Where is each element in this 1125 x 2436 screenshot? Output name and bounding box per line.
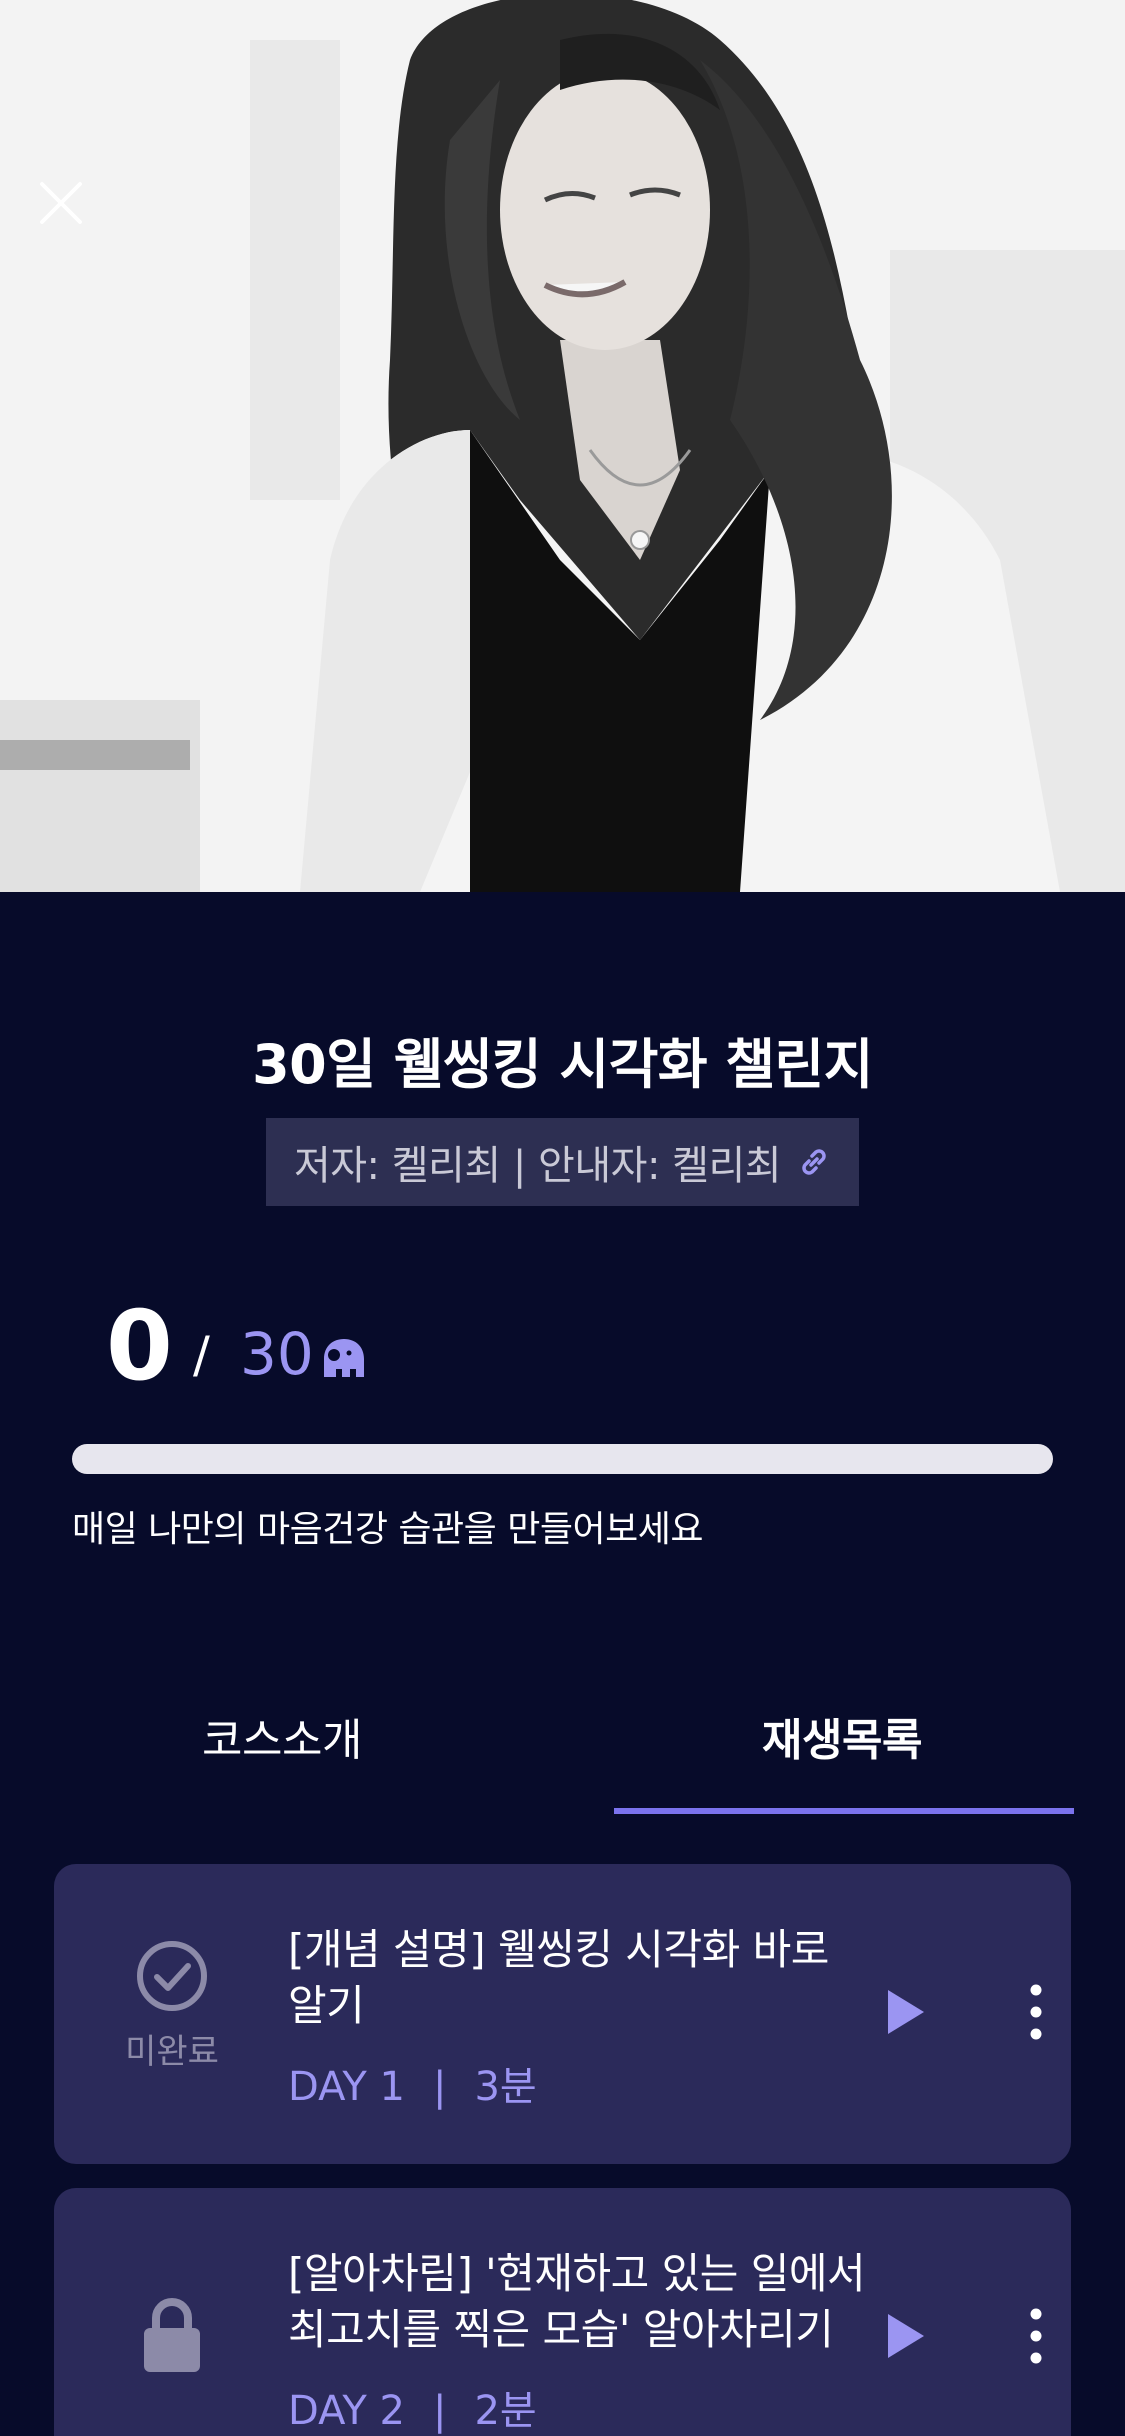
elephant-icon bbox=[324, 1339, 364, 1377]
episode-meta: DAY 2 | 2분 bbox=[288, 2378, 537, 2436]
play-button[interactable] bbox=[876, 1982, 936, 2042]
episode-title: [개념 설명] 웰씽킹 시각화 바로 알기 bbox=[288, 1925, 829, 2030]
tab-course-intro[interactable]: 코스소개 bbox=[52, 1704, 512, 1768]
close-icon bbox=[40, 182, 82, 224]
course-detail-screen: 30일 웰씽킹 시각화 챌린지 저자: 켈리최 | 안내자: 켈리최 0 / 3… bbox=[0, 0, 1125, 2436]
episode-meta: DAY 1 | 3분 bbox=[288, 2054, 537, 2112]
episode-day: DAY 2 bbox=[288, 2388, 405, 2434]
count-separator: / bbox=[193, 1326, 210, 1384]
episode-day: DAY 1 bbox=[288, 2064, 405, 2110]
lock-icon bbox=[144, 2298, 200, 2372]
active-tab-indicator bbox=[614, 1808, 1074, 1814]
play-icon bbox=[888, 2314, 924, 2358]
meta-divider: | bbox=[432, 2388, 447, 2434]
author-text: 저자: 켈리최 | 안내자: 켈리최 bbox=[293, 1143, 782, 1189]
close-button[interactable] bbox=[38, 180, 108, 250]
check-circle-icon bbox=[137, 1941, 207, 2011]
course-title: 30일 웰씽킹 시각화 챌린지 bbox=[252, 1033, 873, 1096]
lock-status bbox=[112, 2298, 232, 2378]
hero-image bbox=[0, 0, 1125, 892]
episode-duration: 3분 bbox=[474, 2064, 537, 2110]
play-button[interactable] bbox=[876, 2306, 936, 2366]
meta-divider: | bbox=[432, 2064, 447, 2110]
completed-count: 0 bbox=[106, 1290, 173, 1402]
progress-caption: 매일 나만의 마음건강 습관을 만들어보세요 bbox=[72, 1509, 703, 1550]
completion-status: 미완료 bbox=[112, 1940, 232, 2073]
status-label: 미완료 bbox=[125, 2032, 219, 2072]
progress-bar bbox=[72, 1444, 1053, 1474]
more-vertical-icon bbox=[1030, 1984, 1042, 2040]
more-options-button[interactable] bbox=[1016, 1972, 1056, 2052]
playlist-item-day-2[interactable]: [알아차림] '현재하고 있는 일에서 최고치를 찍은 모습' 알아차리기 DA… bbox=[54, 2188, 1071, 2436]
more-vertical-icon bbox=[1030, 2308, 1042, 2364]
author-link[interactable]: 저자: 켈리최 | 안내자: 켈리최 bbox=[266, 1118, 859, 1206]
more-options-button[interactable] bbox=[1016, 2296, 1056, 2376]
episode-duration: 2분 bbox=[474, 2388, 537, 2434]
link-icon bbox=[802, 1149, 826, 1175]
episode-title: [알아차림] '현재하고 있는 일에서 최고치를 찍은 모습' 알아차리기 bbox=[288, 2249, 866, 2354]
playlist-item-day-1[interactable]: 미완료 [개념 설명] 웰씽킹 시각화 바로 알기 DAY 1 | 3분 bbox=[54, 1864, 1071, 2164]
hero-portrait-illustration bbox=[0, 0, 1125, 892]
tab-playlist[interactable]: 재생목록 bbox=[612, 1704, 1072, 1768]
total-count: 30 bbox=[240, 1320, 314, 1388]
play-icon bbox=[888, 1990, 924, 2034]
